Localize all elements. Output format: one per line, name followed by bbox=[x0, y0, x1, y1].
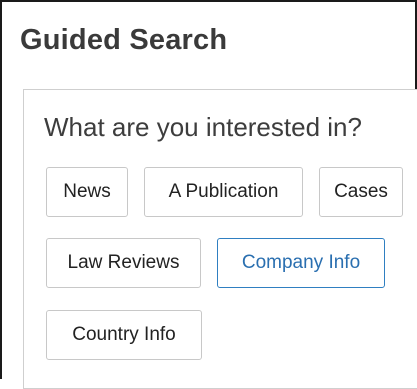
option-a-publication[interactable]: A Publication bbox=[144, 167, 303, 217]
option-company-info[interactable]: Company Info bbox=[217, 238, 385, 288]
page-title: Guided Search bbox=[20, 24, 228, 56]
option-law-reviews[interactable]: Law Reviews bbox=[46, 238, 201, 288]
interest-question: What are you interested in? bbox=[44, 112, 362, 142]
guided-search-window: Guided Search What are you interested in… bbox=[0, 0, 417, 389]
option-news[interactable]: News bbox=[46, 167, 128, 217]
option-country-info[interactable]: Country Info bbox=[46, 310, 202, 360]
option-cases[interactable]: Cases bbox=[319, 167, 403, 217]
interest-panel: What are you interested in? News A Publi… bbox=[23, 89, 417, 389]
